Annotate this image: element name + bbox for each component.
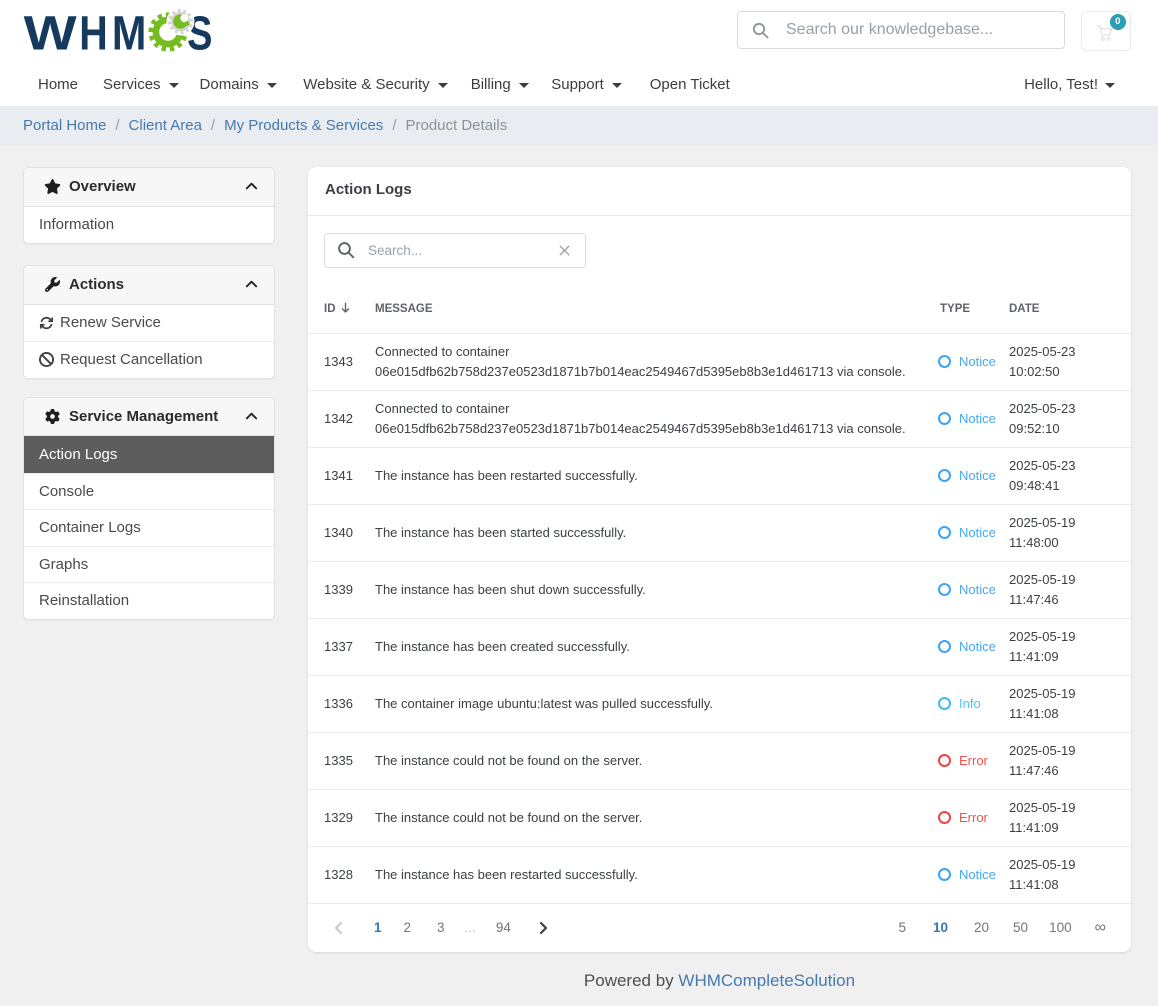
svg-text:H: H: [79, 8, 107, 56]
svg-text:W: W: [24, 8, 78, 56]
svg-text:M: M: [112, 8, 146, 56]
